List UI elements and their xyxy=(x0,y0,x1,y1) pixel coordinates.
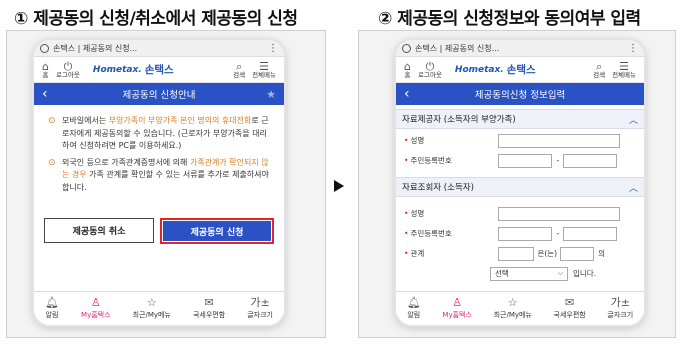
bullet-icon: ⊙ xyxy=(48,116,56,126)
bottom-nav: 🔔︎ 알림 ♙ My홈택스 ☆ 최근/My메뉴 ✉ 국세우편함 가± 글자크기 xyxy=(396,291,644,325)
mail-icon: ✉ xyxy=(565,296,575,309)
page-title: 제공동의신청 정보입력 xyxy=(474,90,566,101)
bottom-nav-mailbox[interactable]: ✉ 국세우편함 xyxy=(193,297,225,320)
back-icon[interactable]: ‹ xyxy=(404,84,422,104)
notice-item: ⊙ 외국인 등으로 가족관계증명서에 의해 가족관계가 확인되지 않는 경우 가… xyxy=(48,157,272,195)
relation-select[interactable]: 선택 ⌵ xyxy=(490,266,568,281)
star-icon: ☆ xyxy=(507,296,518,309)
favorite-star-icon[interactable]: ★ xyxy=(258,88,276,101)
more-icon[interactable]: ⋮ xyxy=(268,43,278,54)
notice-content: ⊙ 모바일에서는 부양가족이 부양가족 본인 명의의 휴대전화로 근로자에게 제… xyxy=(34,105,284,204)
provider-ssn-front-input[interactable] xyxy=(498,153,553,168)
home-button[interactable]: ⌂ 홈 xyxy=(404,61,411,79)
relation-provider-input[interactable] xyxy=(498,246,535,261)
left-phone-screen: 손택스 | 제공동의 신청... ⋮ ⌂ 홈 ⏻ 로그아웃 Hometax. 손택스 … xyxy=(34,40,284,325)
section-provider-header[interactable]: 자료제공자 (소득자의 부양가족) ︿ xyxy=(396,109,644,129)
bell-icon: 🔔︎ xyxy=(406,296,421,309)
chevron-up-icon: ︿ xyxy=(628,115,638,126)
viewer-ssn-row: • 주민등록번호 - xyxy=(396,225,644,242)
bell-icon: 🔔︎ xyxy=(45,296,59,309)
bullet-icon: ⊙ xyxy=(48,157,56,168)
browser-tab-bar: 손택스 | 제공동의 신청... ⋮ xyxy=(396,40,644,57)
browser-tab-title[interactable]: 손택스 | 제공동의 신청... xyxy=(53,43,137,54)
search-button[interactable]: ⌕ 검색 xyxy=(593,61,605,79)
highlight-box: 제공동의 신청 xyxy=(160,218,274,244)
chevron-up-icon: ︿ xyxy=(628,183,638,194)
viewer-name-input[interactable] xyxy=(498,206,621,221)
right-phone-screen: 손택스 | 제공동의 신청... ⋮ ⌂ 홈 ⏻ 로그아웃 Hometax. 손택스 … xyxy=(396,40,644,325)
logout-button[interactable]: ⏻ 로그아웃 xyxy=(418,61,442,79)
consent-apply-button[interactable]: 제공동의 신청 xyxy=(163,221,271,241)
menu-button[interactable]: ☰ 전체메뉴 xyxy=(252,61,276,79)
globe-icon xyxy=(402,43,411,53)
section-viewer-header[interactable]: 자료조회자 (소득자) ︿ xyxy=(396,177,644,197)
notice-item: ⊙ 모바일에서는 부양가족이 부양가족 본인 명의의 휴대전화로 근로자에게 제… xyxy=(48,115,272,153)
back-icon[interactable]: ‹ xyxy=(42,84,60,104)
relation-select-row: 선택 ⌵ 입니다. xyxy=(396,265,644,282)
page-nav-bar: ‹ 제공동의신청 정보입력 xyxy=(396,83,644,105)
home-button[interactable]: ⌂ 홈 xyxy=(42,61,49,79)
bottom-nav-alerts[interactable]: 🔔︎ 알림 xyxy=(45,297,59,320)
viewer-name-row: • 성명 xyxy=(396,205,644,222)
step-1-title: ① 제공동의 신청/취소에서 제공동의 신청 xyxy=(14,9,298,29)
provider-ssn-back-input[interactable] xyxy=(563,153,618,168)
bottom-nav-mailbox[interactable]: ✉ 국세우편함 xyxy=(554,297,586,320)
person-icon: ♙ xyxy=(90,296,101,309)
relation-viewer-input[interactable] xyxy=(560,246,595,261)
page-title: 제공동의 신청안내 xyxy=(122,90,196,101)
more-icon[interactable]: ⋮ xyxy=(628,43,638,54)
browser-tab-title[interactable]: 손택스 | 제공동의 신청... xyxy=(415,43,499,54)
bottom-nav-font-size[interactable]: 가± 글자크기 xyxy=(247,297,273,320)
bottom-nav-recent[interactable]: ☆ 최근/My메뉴 xyxy=(133,297,171,320)
bottom-nav-my-hometax[interactable]: ♙ My홈택스 xyxy=(442,297,472,320)
app-header: ⌂ 홈 ⏻ 로그아웃 Hometax. 손택스 ⌕ 검색 ☰ 전체메뉴 xyxy=(34,57,284,83)
mail-icon: ✉ xyxy=(204,296,214,309)
bottom-nav-my-hometax[interactable]: ♙ My홈택스 xyxy=(81,297,111,320)
font-size-icon: 가± xyxy=(250,296,270,309)
sontax-logo[interactable]: Hometax. 손택스 xyxy=(455,62,536,77)
globe-icon xyxy=(40,43,49,53)
chevron-down-icon: ⌵ xyxy=(557,269,563,277)
font-size-icon: 가± xyxy=(610,296,630,309)
menu-button[interactable]: ☰ 전체메뉴 xyxy=(612,61,636,79)
bottom-nav: 🔔︎ 알림 ♙ My홈택스 ☆ 최근/My메뉴 ✉ 국세우편함 가± 글자크기 xyxy=(34,291,284,325)
consent-cancel-button[interactable]: 제공동의 취소 xyxy=(44,218,154,243)
app-header: ⌂ 홈 ⏻ 로그아웃 Hometax. 손택스 ⌕ 검색 ☰ 전체메뉴 xyxy=(396,57,644,83)
bottom-nav-recent[interactable]: ☆ 최근/My메뉴 xyxy=(494,297,532,320)
logout-button[interactable]: ⏻ 로그아웃 xyxy=(56,61,80,79)
relation-row: • 관계 은(는) 의 xyxy=(396,245,644,262)
provider-ssn-row: • 주민등록번호 - xyxy=(396,152,644,169)
page-nav-bar: ‹ 제공동의 신청안내 ★ xyxy=(34,83,284,105)
person-icon: ♙ xyxy=(452,296,463,309)
search-button[interactable]: ⌕ 검색 xyxy=(233,61,245,79)
step-2-title: ② 제공동의 신청정보와 동의여부 입력 xyxy=(378,9,641,29)
provider-name-row: • 성명 xyxy=(396,132,644,149)
star-icon: ☆ xyxy=(146,296,157,309)
viewer-ssn-front-input[interactable] xyxy=(498,226,553,241)
bottom-nav-alerts[interactable]: 🔔︎ 알림 xyxy=(407,297,421,320)
provider-name-input[interactable] xyxy=(498,133,621,148)
browser-tab-bar: 손택스 | 제공동의 신청... ⋮ xyxy=(34,40,284,57)
viewer-ssn-back-input[interactable] xyxy=(563,226,618,241)
next-arrow-icon xyxy=(334,180,344,192)
bottom-nav-font-size[interactable]: 가± 글자크기 xyxy=(607,297,633,320)
sontax-logo[interactable]: Hometax. 손택스 xyxy=(93,62,174,77)
